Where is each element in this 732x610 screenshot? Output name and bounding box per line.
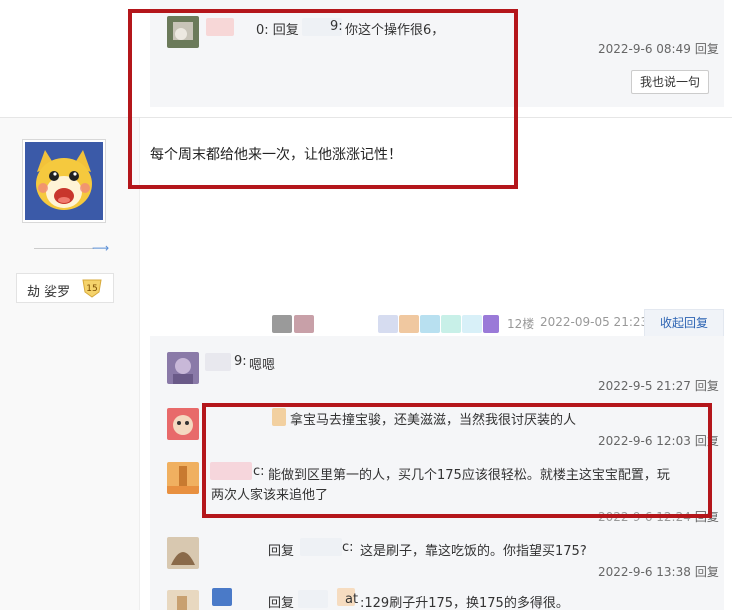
floor-number: 12楼 bbox=[507, 317, 535, 331]
blurred-icon bbox=[462, 315, 482, 333]
say-something-button[interactable]: 我也说一句 bbox=[631, 70, 709, 94]
blurred-username bbox=[212, 588, 232, 606]
blurred-icon bbox=[483, 315, 499, 333]
blurred-username bbox=[298, 590, 328, 608]
reply-meta: 2022-9-6 13:38 回复 bbox=[598, 563, 719, 580]
reply-link[interactable]: 回复 bbox=[695, 379, 719, 393]
level-number: 15 bbox=[86, 284, 97, 294]
collapse-replies-button[interactable]: 收起回复 bbox=[644, 309, 724, 337]
blurred-username bbox=[205, 353, 231, 371]
reply-meta: 2022-9-5 21:27 回复 bbox=[598, 377, 719, 394]
highlight-box bbox=[128, 9, 518, 189]
reply-time: 2022-9-6 08:49 bbox=[598, 42, 691, 56]
reply-text: :129刷子升175，换175的多得很。 bbox=[360, 596, 569, 610]
reply-time: 2022-9-6 13:38 bbox=[598, 565, 691, 579]
reply-avatar[interactable] bbox=[167, 590, 199, 610]
reply-link[interactable]: 回复 bbox=[695, 565, 719, 579]
reply-avatar[interactable] bbox=[167, 352, 199, 384]
reply-meta: 2022-9-6 08:49 回复 bbox=[598, 40, 719, 57]
user-avatar[interactable] bbox=[22, 139, 106, 223]
reply-avatar[interactable] bbox=[167, 462, 199, 494]
blurred-icon bbox=[294, 315, 314, 333]
blurred-username bbox=[300, 538, 342, 556]
user-subline bbox=[34, 248, 94, 249]
reply-text: 这是刷子，靠这吃饭的。你指望买175? bbox=[360, 544, 587, 559]
reply-avatar[interactable] bbox=[167, 537, 199, 569]
reply-text: 嗯嗯 bbox=[249, 358, 276, 373]
reply-sep: c: bbox=[342, 540, 354, 555]
floor-bar: 12楼 2022-09-05 21:23 收起回复 bbox=[150, 309, 724, 337]
blurred-icon bbox=[272, 315, 292, 333]
user-name-tag[interactable]: 劫 娑罗 15 bbox=[16, 273, 114, 303]
reply-time: 2022-9-5 21:27 bbox=[598, 379, 691, 393]
blurred-icon bbox=[378, 315, 398, 333]
blurred-icon bbox=[441, 315, 461, 333]
arrow-icon: ⟶ bbox=[92, 241, 110, 255]
reply-avatar[interactable] bbox=[167, 408, 199, 440]
floor-time: 2022-09-05 21:23 bbox=[540, 315, 649, 329]
blurred-icon bbox=[420, 315, 440, 333]
reply-prefix: 回复 bbox=[268, 544, 295, 559]
user-name: 劫 娑罗 bbox=[27, 285, 71, 300]
blurred-icon bbox=[399, 315, 419, 333]
reply-sep: at bbox=[345, 592, 359, 607]
reply-prefix: 9: bbox=[234, 354, 247, 369]
highlight-box bbox=[202, 403, 712, 518]
reply-prefix: 回复 bbox=[268, 596, 295, 610]
reply-link[interactable]: 回复 bbox=[695, 42, 719, 56]
level-badge-icon: 15 bbox=[82, 279, 102, 298]
